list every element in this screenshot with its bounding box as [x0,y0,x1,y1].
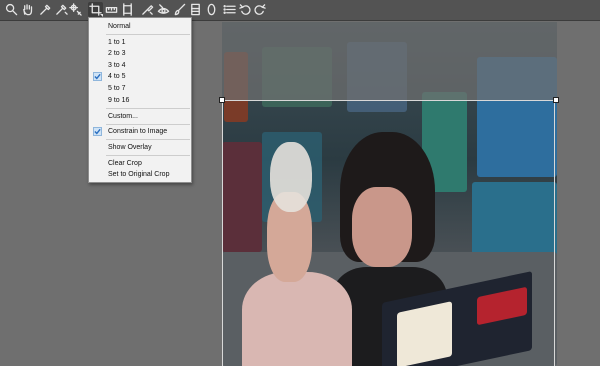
crop-handle-top-right[interactable] [553,97,559,103]
menu-item-constrain-to-image[interactable]: Constrain to Image [89,126,191,137]
menu-item-label: 1 to 1 [108,39,126,46]
adjustment-brush-icon [174,3,186,16]
graduated-filter-tool[interactable] [188,2,203,17]
menu-item-label: Normal [108,23,131,30]
targeted-adjustment-tool[interactable] [68,2,83,17]
straighten-icon [105,6,118,13]
menu-divider [106,155,190,156]
red-eye-icon [157,4,170,14]
straighten-tool[interactable] [104,2,119,17]
checkmark-icon [93,72,102,81]
menu-item-custom[interactable]: Custom... [89,111,191,122]
white-balance-tool[interactable] [38,2,53,17]
zoom-tool[interactable] [4,2,19,17]
menu-item-label: Custom... [108,113,138,120]
color-sampler-icon [56,4,68,15]
target-adjust-icon [69,3,82,16]
menu-item-label: Constrain to Image [108,128,168,135]
menu-item-label: 9 to 16 [108,97,130,104]
rotate-right-icon [254,4,266,15]
checkmark-icon [93,127,102,136]
crop-tool[interactable] [88,2,103,17]
menu-divider [106,139,190,140]
menu-item-label: 2 to 3 [108,50,126,57]
spot-removal-icon [142,5,154,15]
red-eye-tool[interactable] [156,2,171,17]
menu-item-4-to-5[interactable]: 4 to 5 [89,71,191,82]
menu-item-show-overlay[interactable]: Show Overlay [89,142,191,153]
graduated-filter-icon [191,3,200,16]
hand-tool[interactable] [20,2,35,17]
crop-rectangle[interactable] [222,100,555,366]
menu-item-clear-crop[interactable]: Clear Crop [89,158,191,169]
crop-ratio-menu: Normal 1 to 1 2 to 3 3 to 4 4 to 5 5 to … [88,17,192,183]
menu-item-9-to-16[interactable]: 9 to 16 [89,95,191,106]
menu-item-5-to-7[interactable]: 5 to 7 [89,83,191,94]
menu-item-label: 5 to 7 [108,85,126,92]
menu-item-label: Set to Original Crop [108,171,170,178]
menu-item-label: Show Overlay [108,144,152,151]
zoom-icon [5,3,18,16]
menu-item-3-to-4[interactable]: 3 to 4 [89,60,191,71]
color-sampler-tool[interactable] [54,2,69,17]
crop-shade [222,22,557,100]
menu-divider [106,108,190,109]
radial-filter-tool[interactable] [204,2,219,17]
transform-icon [123,3,132,16]
menu-item-2-to-3[interactable]: 2 to 3 [89,48,191,59]
preferences-list-button[interactable] [222,2,237,17]
preferences-list-icon [223,5,236,14]
menu-divider [106,34,190,35]
menu-divider [106,124,190,125]
menu-item-normal[interactable]: Normal [89,21,191,32]
spot-removal-tool[interactable] [140,2,155,17]
rotate-left-icon [239,4,251,15]
rotate-left-button[interactable] [238,2,253,17]
menu-item-label: Clear Crop [108,160,142,167]
menu-item-label: 3 to 4 [108,62,126,69]
adjustment-brush-tool[interactable] [172,2,187,17]
crop-handle-top-left[interactable] [219,97,225,103]
transform-tool[interactable] [120,2,135,17]
menu-item-set-original-crop[interactable]: Set to Original Crop [89,169,191,180]
hand-icon [23,4,33,16]
menu-item-1-to-1[interactable]: 1 to 1 [89,37,191,48]
menu-item-label: 4 to 5 [108,73,126,80]
radial-filter-icon [207,3,216,16]
eyedropper-icon [40,4,51,15]
rotate-right-button[interactable] [252,2,267,17]
